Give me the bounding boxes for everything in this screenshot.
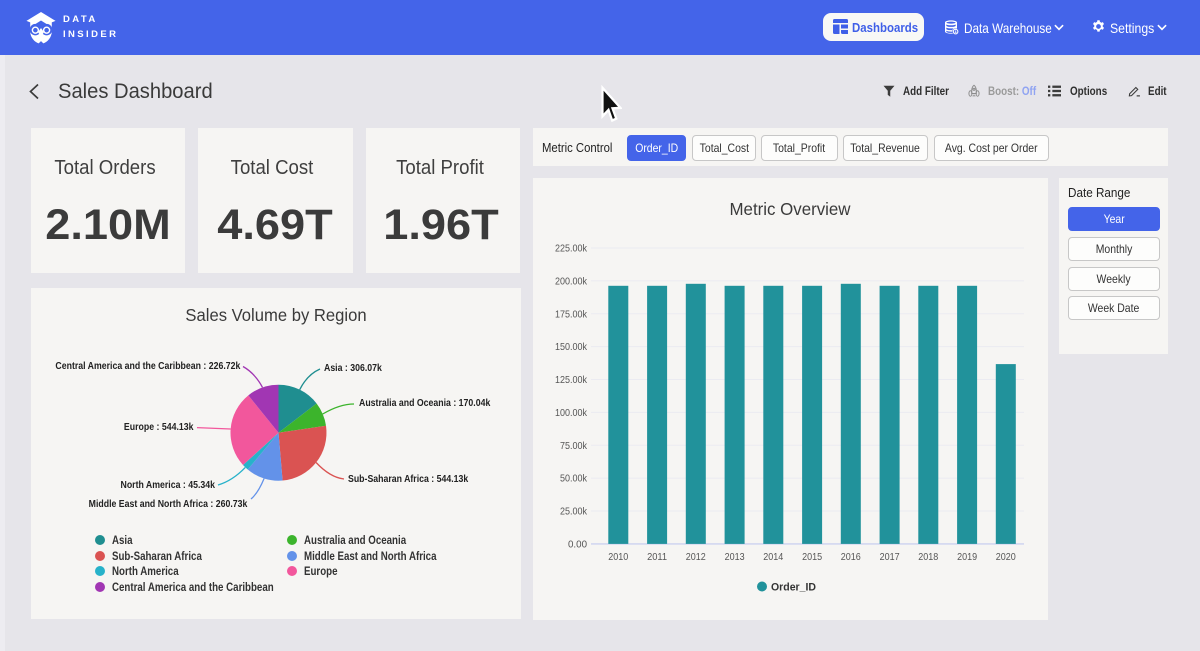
- svg-text:100.00k: 100.00k: [555, 407, 588, 419]
- svg-text:2011: 2011: [647, 551, 667, 563]
- svg-text:0.00: 0.00: [568, 538, 587, 550]
- svg-text:150.00k: 150.00k: [555, 341, 588, 353]
- svg-text:2015: 2015: [802, 551, 822, 563]
- svg-text:2014: 2014: [763, 551, 783, 563]
- svg-text:75.00k: 75.00k: [560, 440, 588, 452]
- svg-text:2019: 2019: [957, 551, 977, 563]
- svg-text:200.00k: 200.00k: [555, 275, 588, 287]
- svg-text:2013: 2013: [725, 551, 745, 563]
- svg-text:175.00k: 175.00k: [555, 308, 588, 320]
- svg-text:2016: 2016: [841, 551, 861, 563]
- svg-text:Order_ID: Order_ID: [771, 582, 816, 594]
- svg-text:2012: 2012: [686, 551, 706, 563]
- svg-text:25.00k: 25.00k: [560, 506, 588, 518]
- svg-text:125.00k: 125.00k: [555, 374, 588, 386]
- svg-text:Metric Overview: Metric Overview: [730, 199, 851, 219]
- svg-text:2010: 2010: [608, 551, 628, 563]
- svg-text:2020: 2020: [996, 551, 1016, 563]
- svg-text:2017: 2017: [880, 551, 900, 563]
- svg-text:2018: 2018: [918, 551, 938, 563]
- svg-text:50.00k: 50.00k: [560, 473, 588, 485]
- svg-text:225.00k: 225.00k: [555, 243, 588, 255]
